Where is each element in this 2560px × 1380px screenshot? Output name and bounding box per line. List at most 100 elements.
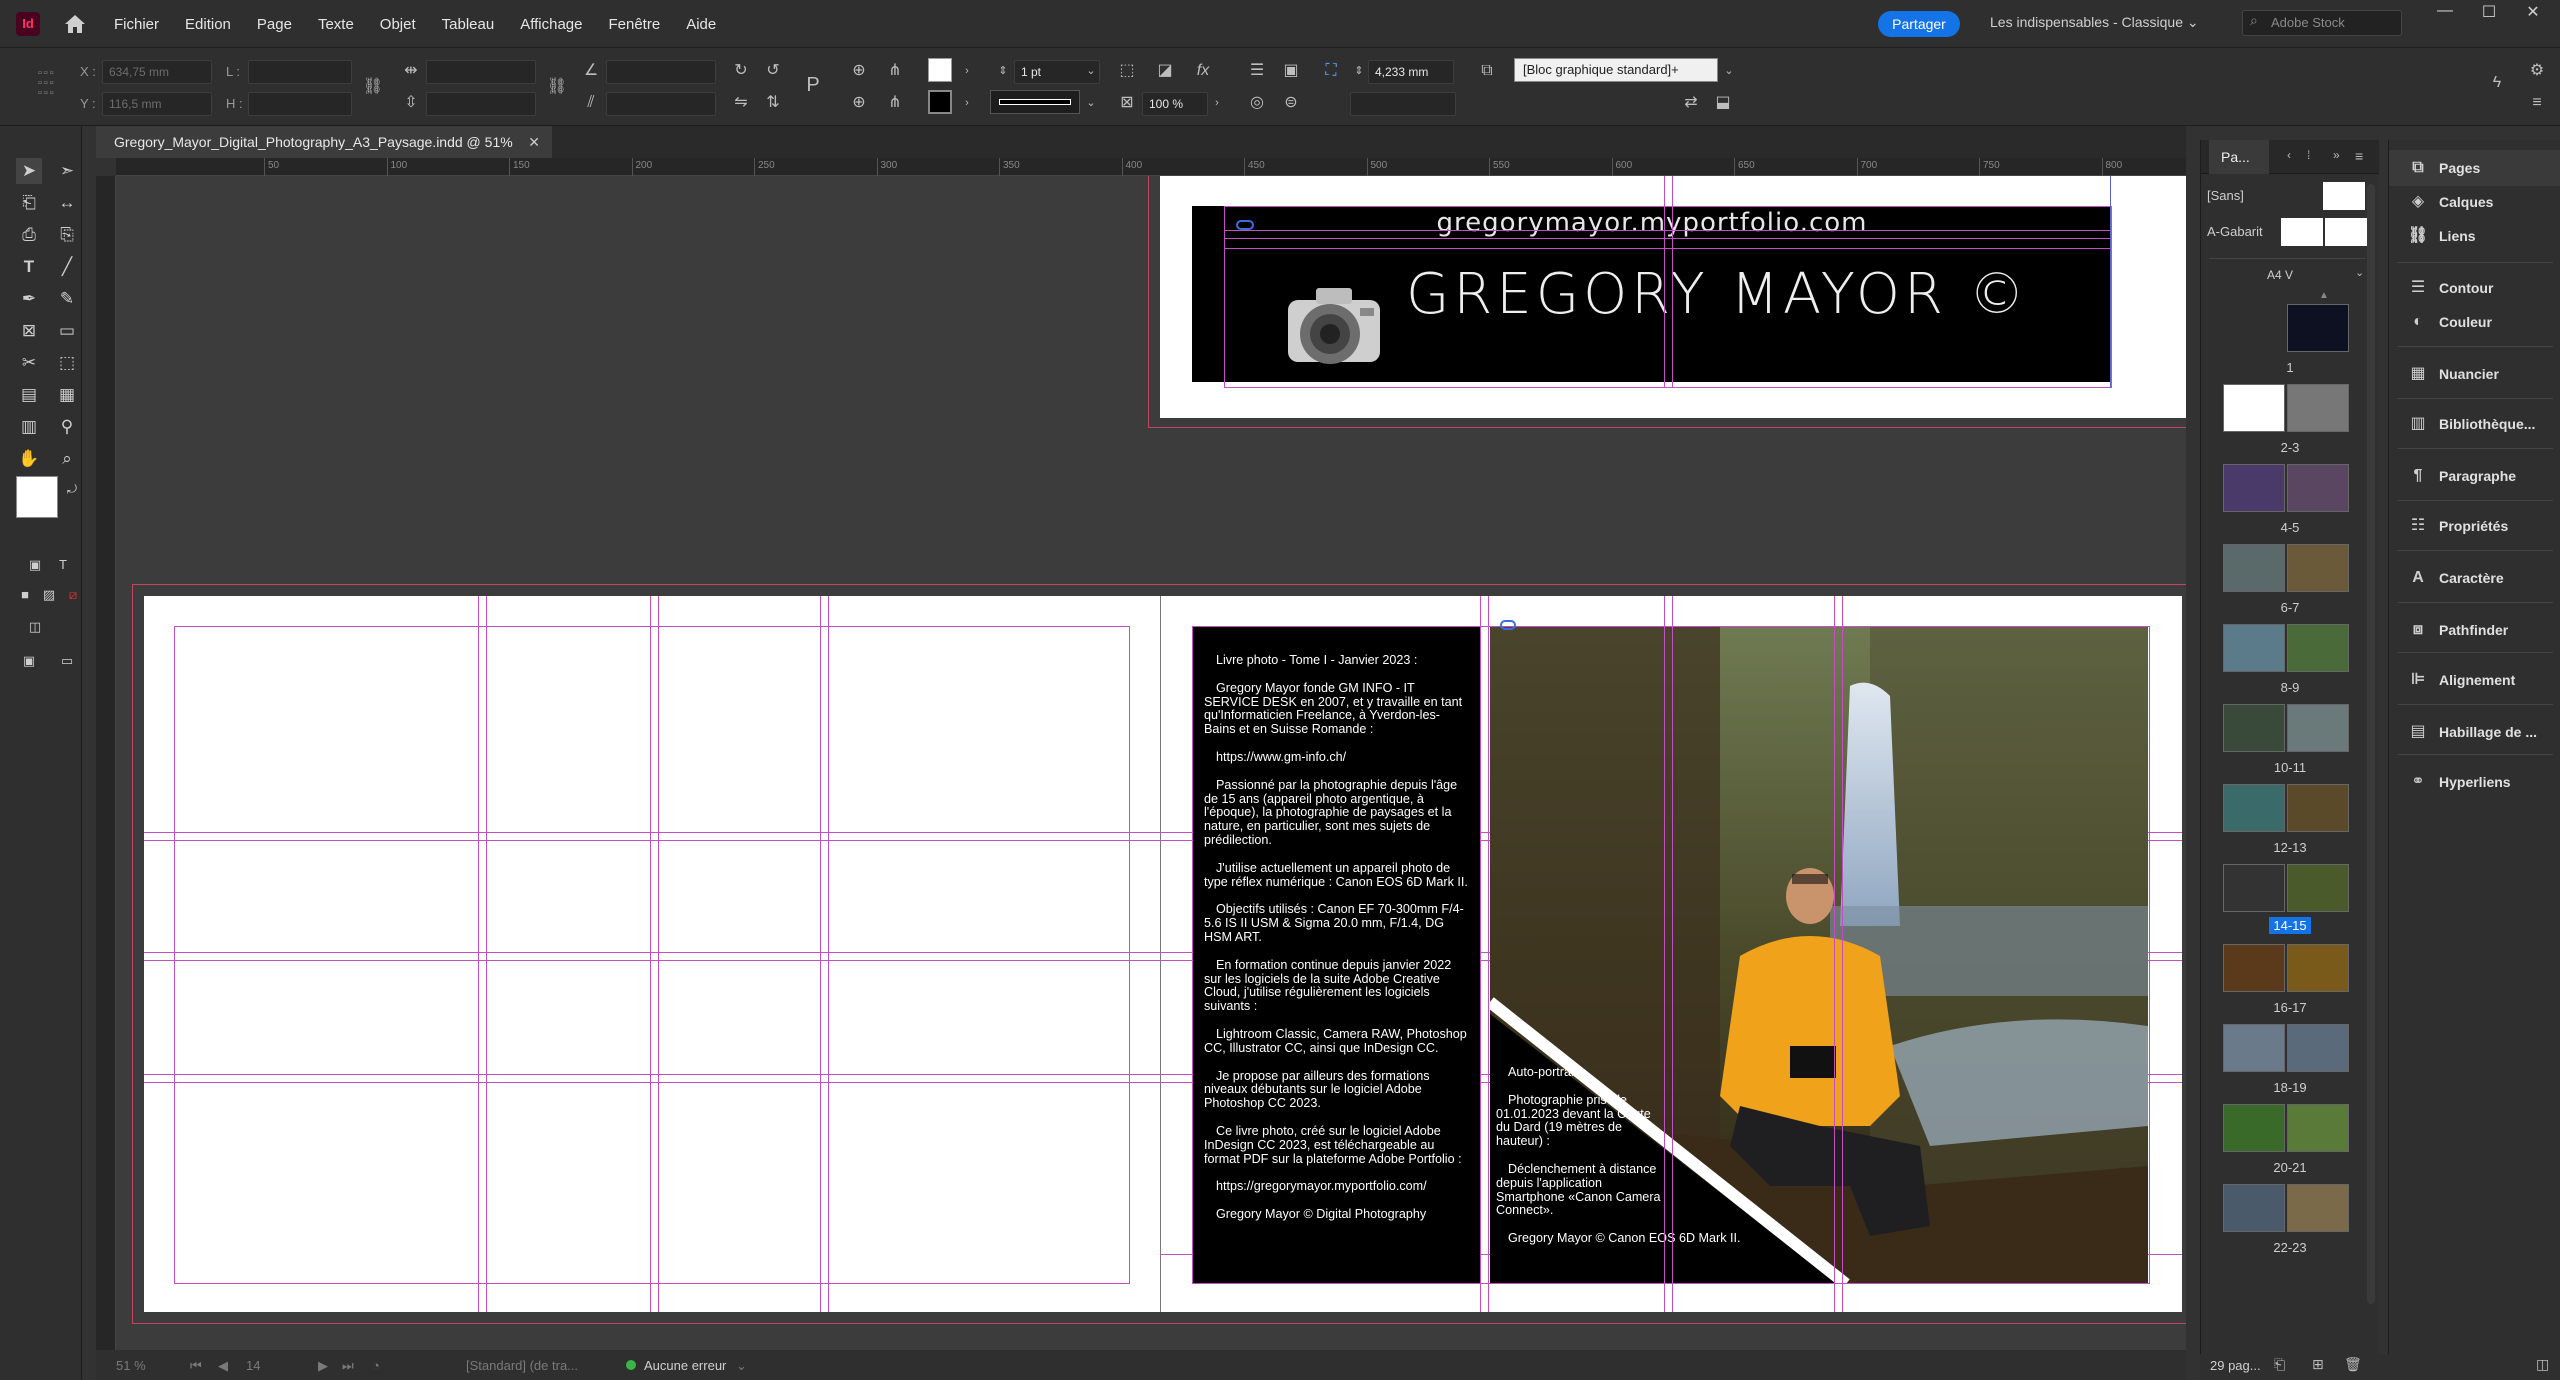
- selection-tool-icon[interactable]: ➤: [16, 158, 42, 184]
- dock-links[interactable]: ⛓ Liens: [2389, 218, 2560, 254]
- dock-pages[interactable]: ⧉ Pages: [2389, 150, 2560, 186]
- select-next-icon[interactable]: ⋔: [884, 92, 906, 114]
- flip-vertical-icon[interactable]: ⇅: [762, 92, 784, 114]
- x-position-field[interactable]: 634,75 mm: [102, 60, 212, 84]
- master-none[interactable]: [Sans]: [2207, 180, 2369, 210]
- width-field[interactable]: [248, 60, 352, 84]
- formatting-text-icon[interactable]: T: [50, 552, 76, 578]
- new-page-icon[interactable]: ⊞: [2312, 1356, 2324, 1373]
- apply-color-icon[interactable]: ■: [12, 582, 38, 608]
- height-field[interactable]: [248, 92, 352, 116]
- opacity-field[interactable]: 100 %: [1142, 92, 1208, 116]
- chevron-down-icon[interactable]: ⌄: [1080, 60, 1102, 82]
- preview-mode-icon[interactable]: ▭: [54, 648, 80, 674]
- next-page-button[interactable]: ▶: [318, 1358, 328, 1374]
- line-tool-icon[interactable]: ╱: [54, 254, 80, 280]
- scale-y-field[interactable]: [426, 92, 536, 116]
- share-button[interactable]: Partager: [1878, 11, 1960, 37]
- stroke-dropdown-icon[interactable]: ›: [956, 92, 978, 114]
- document-tab[interactable]: Gregory_Mayor_Digital_Photography_A3_Pay…: [96, 126, 552, 158]
- dock-libraries[interactable]: ▥ Bibliothèque...: [2389, 406, 2560, 442]
- menu-tableau[interactable]: Tableau: [442, 16, 495, 33]
- link-icon[interactable]: [1236, 220, 1254, 230]
- empty-dropdown[interactable]: [1350, 92, 1456, 116]
- gap-tool-icon[interactable]: ↔: [54, 190, 80, 216]
- center-content-icon[interactable]: ⊜: [1280, 92, 1302, 114]
- hand-tool-icon[interactable]: ✋: [16, 446, 42, 472]
- opacity-icon[interactable]: ⊠: [1116, 92, 1138, 114]
- chevron-left-icon[interactable]: ‹: [2287, 148, 2291, 162]
- offset-field[interactable]: 4,233 mm: [1368, 60, 1454, 84]
- dock-hyperlinks[interactable]: ⚭ Hyperliens: [2389, 764, 2560, 800]
- rotate-ccw-icon[interactable]: ↺: [762, 60, 784, 82]
- normal-mode-icon[interactable]: ▣: [16, 648, 42, 674]
- scroll-up-icon[interactable]: ▲: [2319, 290, 2329, 301]
- dock-text-wrap[interactable]: ▤ Habillage de ...: [2389, 714, 2560, 750]
- lightning-icon[interactable]: ϟ: [2486, 72, 2508, 94]
- delete-page-icon[interactable]: 🗑: [2344, 1356, 2362, 1373]
- type-tool-icon[interactable]: T: [16, 254, 42, 280]
- rectangle-tool-icon[interactable]: ▭: [54, 318, 80, 344]
- frame-options-icon[interactable]: ⬓: [1712, 92, 1734, 114]
- dock-pathfinder[interactable]: ⧈ Pathfinder: [2389, 612, 2560, 648]
- rotation-field[interactable]: [606, 60, 716, 84]
- free-transform-tool-icon[interactable]: ⬚: [54, 350, 80, 376]
- chevron-down-icon[interactable]: ⌄: [2355, 266, 2364, 279]
- workspace-selector[interactable]: Les indispensables - Classique ⌄: [1990, 14, 2199, 31]
- page-number-field[interactable]: 14: [246, 1358, 260, 1373]
- fit-frame-icon[interactable]: ◎: [1246, 92, 1268, 114]
- master-selector[interactable]: A4 V: [2267, 268, 2293, 282]
- content-placer-icon[interactable]: ⎘: [54, 222, 80, 248]
- chevron-down-icon[interactable]: ⌄: [1718, 60, 1740, 82]
- menu-edition[interactable]: Edition: [185, 16, 231, 33]
- open-page-icon[interactable]: ◔: [372, 1358, 380, 1373]
- object-style-icon[interactable]: ⧉: [1476, 60, 1498, 82]
- panel-menu-icon[interactable]: ≡: [2355, 148, 2363, 164]
- select-previous-icon[interactable]: ⋔: [884, 60, 906, 82]
- document-canvas[interactable]: gregorymayor.myportfolio.com GREGORY MAY…: [116, 176, 2186, 1350]
- apply-gradient-icon[interactable]: ▨: [36, 582, 62, 608]
- menu-fichier[interactable]: Fichier: [114, 16, 159, 33]
- menu-aide[interactable]: Aide: [686, 16, 716, 33]
- dock-align[interactable]: ⊫ Alignement: [2389, 662, 2560, 698]
- stepper-icon[interactable]: ⇕: [1348, 60, 1370, 82]
- search-input[interactable]: Adobe Stock: [2242, 10, 2402, 36]
- expand-icon[interactable]: »: [2333, 148, 2340, 162]
- close-window-button[interactable]: ✕: [2518, 2, 2548, 24]
- dock-swatches[interactable]: ▦ Nuancier: [2389, 356, 2560, 392]
- fill-color-box[interactable]: [16, 476, 58, 518]
- menu-fenetre[interactable]: Fenêtre: [608, 16, 660, 33]
- edit-page-size-icon[interactable]: ⎗: [2274, 1356, 2285, 1373]
- dock-color[interactable]: ◐ Couleur: [2389, 304, 2560, 340]
- frame-corner-icon[interactable]: ⬚: [1116, 60, 1138, 82]
- direct-selection-tool-icon[interactable]: ➣: [54, 158, 80, 184]
- page-tool-icon[interactable]: ⎗: [16, 190, 42, 216]
- master-a-gabarit[interactable]: A-Gabarit: [2207, 216, 2369, 246]
- panel-menu-icon[interactable]: ≡: [2526, 92, 2548, 114]
- home-icon[interactable]: [62, 12, 88, 36]
- preflight-status[interactable]: Aucune erreur: [644, 1358, 726, 1373]
- scissors-tool-icon[interactable]: ✂: [16, 350, 42, 376]
- select-container-icon[interactable]: ⊕: [848, 60, 870, 82]
- note-tool-icon[interactable]: ▥: [16, 414, 42, 440]
- zoom-tool-icon[interactable]: ⌕: [54, 446, 80, 472]
- fit-content-icon[interactable]: ⛶: [1320, 60, 1342, 82]
- menu-page[interactable]: Page: [257, 16, 292, 33]
- pencil-tool-icon[interactable]: ✎: [54, 286, 80, 312]
- fill-swatch[interactable]: [928, 58, 952, 82]
- scrollbar[interactable]: [2367, 184, 2375, 1304]
- vertical-ruler[interactable]: [96, 176, 116, 1350]
- previous-page-button[interactable]: ◀: [218, 1358, 228, 1374]
- scale-y-icon[interactable]: ⇳: [400, 92, 422, 114]
- menu-objet[interactable]: Objet: [380, 16, 416, 33]
- apply-none-icon[interactable]: ⧄: [60, 582, 86, 608]
- screen-mode-icon[interactable]: ◫: [22, 614, 48, 640]
- dock-stroke[interactable]: ☰ Contour: [2389, 270, 2560, 306]
- effects-icon[interactable]: fx: [1192, 60, 1214, 82]
- content-collector-icon[interactable]: ⎙: [16, 222, 42, 248]
- paragraph-proxy-icon[interactable]: P: [802, 74, 824, 96]
- link-icon[interactable]: [1500, 620, 1516, 630]
- link-scale-icon[interactable]: ⛓: [546, 76, 568, 98]
- close-icon[interactable]: ✕: [528, 126, 540, 158]
- rotate-angle-icon[interactable]: ∠: [580, 60, 602, 82]
